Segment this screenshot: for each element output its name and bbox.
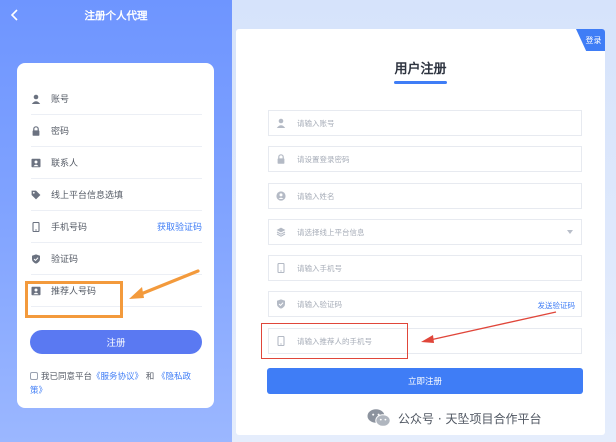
mobile-agreement: 我已同意平台《服务协议》 和 《隐私政策》	[30, 370, 206, 398]
contact-card-icon	[31, 158, 41, 168]
desktop-password-placeholder: 请设置登录密码	[297, 154, 350, 164]
desktop-name-placeholder: 请输入姓名	[297, 191, 335, 201]
wechat-icon	[367, 409, 391, 427]
mobile-register-button[interactable]: 注册	[30, 330, 202, 354]
title-underline	[394, 81, 447, 84]
mobile-password-label: 密码	[51, 127, 70, 137]
mobile-platform-field[interactable]: 线上平台信息选填	[31, 179, 202, 211]
referrer-highlight-box	[25, 281, 123, 318]
layers-icon	[276, 227, 286, 237]
mobile-platform-label: 线上平台信息选填	[51, 191, 124, 201]
mobile-account-label: 账号	[51, 95, 70, 105]
tag-icon	[31, 190, 41, 200]
mobile-phone-field[interactable]: 手机号码 获取验证码	[31, 211, 202, 243]
mobile-page-title: 注册个人代理	[84, 10, 148, 22]
desktop-name-input[interactable]: 请输入姓名	[268, 183, 582, 209]
mobile-contact-label: 联系人	[51, 159, 79, 169]
person-circle-icon	[276, 191, 286, 201]
desktop-account-placeholder: 请输入账号	[297, 118, 335, 128]
watermark: 公众号 · 天坠项目合作平台	[366, 405, 616, 431]
mobile-form-card: 账号 密码 联系人 线上平台信息选填 手机号码 获取验证码 验证码 推荐人号码 …	[17, 63, 214, 408]
phone-icon	[276, 263, 286, 273]
service-agreement-link[interactable]: 《服务协议》	[92, 372, 143, 382]
user-icon	[31, 94, 41, 104]
login-corner-tab[interactable]: 登录	[576, 29, 605, 51]
desktop-phone-placeholder: 请输入手机号	[297, 263, 342, 273]
desktop-code-placeholder: 请输入验证码	[297, 299, 342, 309]
desktop-account-input[interactable]: 请输入账号	[268, 110, 582, 136]
desktop-platform-select[interactable]: 请选择线上平台信息	[268, 219, 582, 245]
lock-icon	[276, 154, 286, 164]
agreement-and: 和	[145, 372, 155, 382]
referrer-highlight-box	[261, 323, 408, 359]
agreement-prefix: 我已同意平台	[41, 372, 93, 382]
mobile-phone-label: 手机号码	[51, 223, 88, 233]
shield-icon	[276, 299, 286, 309]
chevron-down-icon[interactable]	[567, 230, 573, 234]
desktop-phone-input[interactable]: 请输入手机号	[268, 255, 582, 281]
orange-arrow-annotation	[129, 269, 200, 299]
privacy-policy-link[interactable]: 《隐私政	[157, 372, 191, 382]
agreement-checkbox[interactable]	[30, 372, 38, 380]
desktop-platform-placeholder: 请选择线上平台信息	[297, 227, 365, 237]
get-code-link[interactable]: 获取验证码	[157, 220, 202, 233]
mobile-account-field[interactable]: 账号	[31, 83, 202, 115]
privacy-policy-link-cont[interactable]: 策》	[30, 386, 47, 396]
red-arrow-annotation	[421, 311, 557, 343]
mobile-register-panel: 注册个人代理 账号 密码 联系人 线上平台信息选填 手机号码 获取验证码 验证码…	[0, 0, 232, 442]
mobile-password-field[interactable]: 密码	[31, 115, 202, 147]
desktop-register-panel: 登录 用户注册 请输入账号 请设置登录密码 请输入姓名 请选择线上平台信息 请输…	[232, 0, 616, 442]
user-icon	[276, 118, 286, 128]
lock-icon	[31, 125, 41, 136]
mobile-contact-field[interactable]: 联系人	[31, 147, 202, 179]
register-now-button[interactable]: 立即注册	[267, 368, 583, 394]
desktop-password-input[interactable]: 请设置登录密码	[268, 146, 582, 172]
watermark-text: 公众号 · 天坠项目合作平台	[398, 411, 542, 426]
phone-icon	[31, 221, 41, 232]
desktop-page-title: 用户注册	[394, 62, 447, 77]
desktop-form-card: 登录 用户注册 请输入账号 请设置登录密码 请输入姓名 请选择线上平台信息 请输…	[236, 29, 605, 435]
mobile-code-label: 验证码	[51, 255, 79, 265]
shield-icon	[31, 253, 41, 264]
